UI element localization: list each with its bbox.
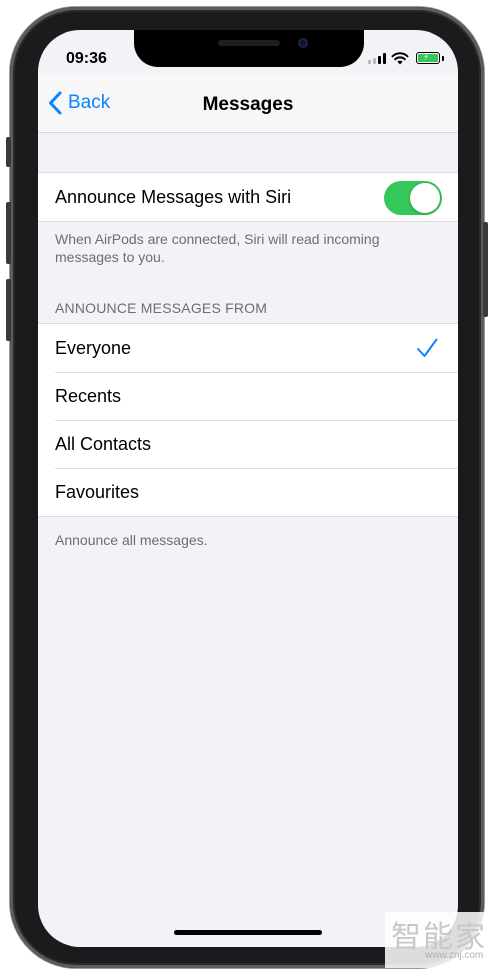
volume-down-button: [6, 279, 11, 341]
front-camera: [298, 38, 308, 48]
screen: 09:36 ⚡ Back Messages Announce Messages …: [38, 30, 458, 947]
navigation-bar: Back Messages: [38, 74, 458, 133]
option-everyone[interactable]: Everyone: [38, 324, 458, 372]
siri-setting-description: When AirPods are connected, Siri will re…: [55, 231, 380, 265]
action-button: [6, 137, 11, 167]
earpiece-speaker: [218, 40, 280, 46]
announce-from-header: ANNOUNCE MESSAGES FROM: [55, 300, 268, 316]
volume-up-button: [6, 202, 11, 264]
watermark-url: www.znj.com: [425, 950, 484, 961]
option-label-recents: Recents: [55, 386, 122, 406]
announce-from-group: Everyone Recents All Contacts Favourites: [38, 323, 458, 517]
checkmark-icon: [417, 338, 438, 357]
notch: [134, 30, 364, 67]
option-label-everyone: Everyone: [55, 338, 132, 358]
watermark: 智能家 www.znj.com: [385, 912, 489, 968]
battery-tip: [442, 56, 444, 61]
announce-messages-label: Announce Messages with Siri: [55, 187, 292, 207]
wifi-icon: [391, 52, 409, 65]
option-favourites[interactable]: Favourites: [38, 468, 458, 516]
option-all-contacts[interactable]: All Contacts: [38, 420, 458, 468]
power-button: [483, 222, 488, 317]
option-label-all-contacts: All Contacts: [55, 434, 152, 454]
announce-from-footer: Announce all messages.: [55, 532, 208, 548]
battery-charging-icon: ⚡: [416, 52, 440, 64]
toggle-knob: [410, 183, 440, 213]
option-label-favourites: Favourites: [55, 482, 140, 502]
status-time: 09:36: [66, 50, 107, 67]
page-title: Messages: [202, 94, 294, 115]
announce-messages-row: Announce Messages with Siri: [38, 173, 458, 221]
siri-setting-group: Announce Messages with Siri: [38, 172, 458, 222]
cell-signal-icon: [368, 53, 386, 64]
announce-messages-toggle[interactable]: [384, 181, 442, 215]
option-recents[interactable]: Recents: [38, 372, 458, 420]
home-indicator[interactable]: [174, 930, 322, 935]
